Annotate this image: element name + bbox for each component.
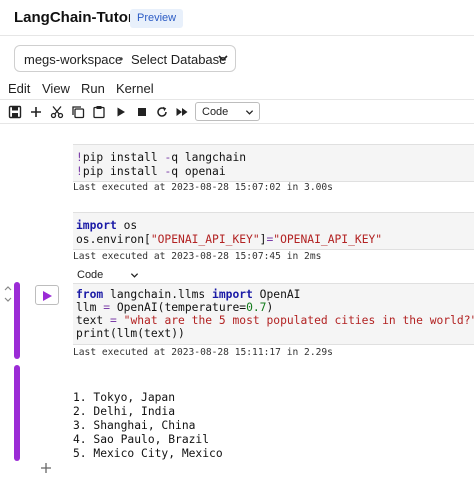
workspace-name[interactable]: megs-workspace: [24, 52, 122, 67]
code-line: print(llm(text)): [76, 327, 185, 340]
code-line: text = "what are the 5 most populated ci…: [76, 314, 474, 327]
menu-edit[interactable]: Edit: [8, 81, 30, 96]
execution-status: Last executed at 2023-08-28 15:07:45 in …: [73, 251, 322, 262]
fast-forward-icon[interactable]: [175, 105, 189, 119]
output-line: 4. Sao Paulo, Brazil: [73, 433, 210, 446]
app-header: LangChain-Tutorial Preview: [0, 0, 474, 36]
cut-icon[interactable]: [50, 105, 64, 119]
code-line: from langchain.llms import OpenAI: [76, 288, 301, 301]
notebook-area: !pip install -q langchain !pip install -…: [0, 124, 474, 484]
code-cell-llm[interactable]: from langchain.llms import OpenAI llm = …: [73, 283, 474, 345]
code-text: pip install -q langchain: [82, 151, 247, 164]
execution-status: Last executed at 2023-08-28 15:11:17 in …: [73, 347, 333, 358]
chevron-down-icon: [245, 110, 254, 115]
code-line: !pip install -q langchain: [76, 151, 247, 164]
code-cell-pip-install[interactable]: !pip install -q langchain !pip install -…: [73, 144, 474, 182]
add-cell-icon[interactable]: [40, 462, 52, 474]
code-line: import os: [76, 219, 138, 232]
output-line: 1. Tokyo, Japan: [73, 391, 176, 404]
run-cell-button[interactable]: [35, 285, 59, 305]
save-icon[interactable]: [8, 105, 22, 119]
menu-kernel[interactable]: Kernel: [116, 81, 154, 96]
code-line: !pip install -q openai: [76, 165, 226, 178]
collapse-arrows-icon[interactable]: [3, 283, 13, 305]
paste-icon[interactable]: [92, 105, 106, 119]
preview-badge: Preview: [130, 9, 184, 28]
cell-type-select[interactable]: Code: [195, 102, 260, 121]
code-line: os.environ["OPENAI_API_KEY"]="OPENAI_API…: [76, 233, 383, 246]
play-icon: [43, 291, 52, 301]
output-line: 3. Shanghai, China: [73, 419, 196, 432]
run-icon[interactable]: [114, 105, 128, 119]
notebook-toolbar: Code: [0, 99, 474, 124]
active-cell-indicator[interactable]: [14, 282, 20, 359]
output-cell-indicator[interactable]: [14, 365, 20, 461]
code-line: llm = OpenAI(temperature=0.7): [76, 301, 274, 314]
stop-icon[interactable]: [135, 105, 149, 119]
code-cell-env[interactable]: import os os.environ["OPENAI_API_KEY"]="…: [73, 212, 474, 250]
menu-run[interactable]: Run: [81, 81, 105, 96]
output-line: 2. Delhi, India: [73, 405, 176, 418]
database-select[interactable]: Select Database: [131, 52, 226, 67]
chevron-down-icon: [130, 273, 139, 278]
workspace-database-selector[interactable]: megs-workspace • Select Database: [14, 45, 236, 72]
cell-type-label: Code: [77, 269, 104, 281]
execution-status: Last executed at 2023-08-28 15:07:02 in …: [73, 182, 333, 193]
chevron-down-icon[interactable]: [216, 51, 230, 65]
menu-view[interactable]: View: [42, 81, 70, 96]
cell-type-select-inline[interactable]: Code: [75, 268, 140, 283]
output-line: 5. Mexico City, Mexico: [73, 447, 223, 460]
menu-bar: Edit View Run Kernel: [0, 79, 474, 99]
cell-type-label: Code: [202, 106, 229, 118]
copy-icon[interactable]: [71, 105, 85, 119]
restart-icon[interactable]: [155, 105, 169, 119]
separator-dot: •: [119, 52, 124, 66]
add-cell-icon[interactable]: [29, 105, 43, 119]
code-text: pip install -q openai: [82, 165, 226, 178]
